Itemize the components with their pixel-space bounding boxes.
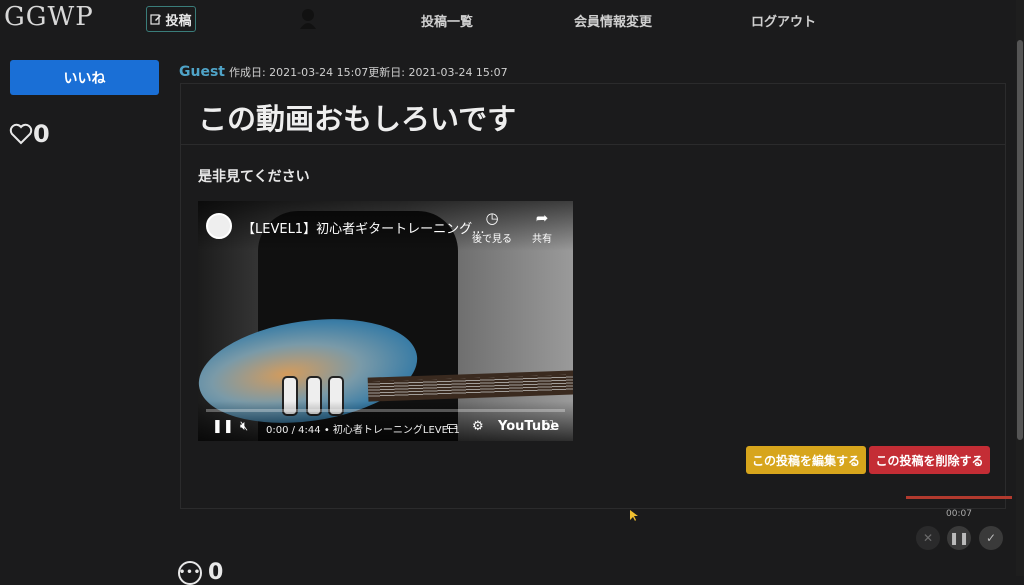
comment-counter: ••• 0 <box>178 560 223 585</box>
recorder-time: 00:07 <box>946 509 972 519</box>
post-meta: Guest 作成日: 2021-03-24 15:07更新日: 2021-03-2… <box>179 64 508 80</box>
delete-post-button[interactable]: この投稿を削除する <box>869 446 990 474</box>
video-time: 0:00 / 4:44 • 初心者トレーニングLEVEL1 <box>266 425 460 436</box>
screen-recorder-widget: 00:07 ✕ ❚❚ ✓ <box>906 496 1012 566</box>
new-post-label: 投稿 <box>165 13 192 29</box>
video-top-bar: 【LEVEL1】初心者ギタートレーニング... ◷ 後で見る ➦ 共有 <box>198 201 573 251</box>
top-navbar: GGWP 投稿 投稿一覧 会員情報変更 ログアウト <box>0 0 1024 38</box>
edit-icon <box>150 14 162 25</box>
comment-count-value: 0 <box>208 560 224 585</box>
nav-link-posts[interactable]: 投稿一覧 <box>421 11 473 30</box>
post-header: この動画おもしろいです <box>181 84 1005 145</box>
channel-avatar-icon[interactable] <box>206 213 232 239</box>
post-card: この動画おもしろいです 是非見てください 【LEVEL1】初心者ギタートレーニン… <box>180 83 1006 509</box>
nav-link-account[interactable]: 会員情報変更 <box>574 11 652 30</box>
heart-icon <box>9 123 33 145</box>
video-title[interactable]: 【LEVEL1】初心者ギタートレーニング... <box>242 218 484 237</box>
fullscreen-icon[interactable]: ⛶ <box>544 419 553 434</box>
user-avatar-icon[interactable] <box>298 7 318 29</box>
share-icon: ➦ <box>535 209 549 227</box>
video-progress-bar[interactable] <box>206 409 565 412</box>
watch-later-button[interactable]: ◷ 後で見る <box>470 209 514 245</box>
recorder-done-icon[interactable]: ✓ <box>979 526 1003 550</box>
comment-icon: ••• <box>178 560 202 585</box>
scrollbar-thumb[interactable] <box>1017 40 1023 440</box>
clock-icon: ◷ <box>485 209 499 227</box>
edit-post-button[interactable]: この投稿を編集する <box>746 446 866 474</box>
settings-gear-icon[interactable]: ⚙ <box>472 419 484 434</box>
mouse-cursor-icon <box>630 510 638 521</box>
pause-icon[interactable]: ❚❚ <box>212 419 234 434</box>
recorder-pause-icon[interactable]: ❚❚ <box>947 526 971 550</box>
like-button[interactable]: いいね <box>10 60 159 95</box>
youtube-embed[interactable]: 【LEVEL1】初心者ギタートレーニング... ◷ 後で見る ➦ 共有 ❚❚ 🔇… <box>198 201 573 441</box>
share-label: 共有 <box>532 234 552 245</box>
recorder-progress <box>906 496 1012 499</box>
post-title: この動画おもしろいです <box>198 102 517 136</box>
page-scrollbar[interactable] <box>1016 0 1024 576</box>
video-controls: ❚❚ 🔇︎ 0:00 / 4:44 • 初心者トレーニングLEVEL1 ▭ ⚙ … <box>198 401 573 441</box>
subtitles-icon[interactable]: ▭ <box>446 419 458 434</box>
share-button[interactable]: ➦ 共有 <box>520 209 564 245</box>
post-dates: 作成日: 2021-03-24 15:07更新日: 2021-03-24 15:… <box>228 66 508 79</box>
mute-icon[interactable]: 🔇︎ <box>240 419 248 434</box>
recorder-cancel-icon[interactable]: ✕ <box>916 526 940 550</box>
brand-logo[interactable]: GGWP <box>4 2 94 32</box>
post-author[interactable]: Guest <box>179 64 225 80</box>
like-count-value: 0 <box>33 120 50 148</box>
like-counter: 0 <box>9 120 50 148</box>
nav-link-logout[interactable]: ログアウト <box>751 11 816 30</box>
watch-later-label: 後で見る <box>472 234 512 245</box>
new-post-button[interactable]: 投稿 <box>146 6 196 32</box>
post-body: 是非見てください <box>198 169 310 185</box>
